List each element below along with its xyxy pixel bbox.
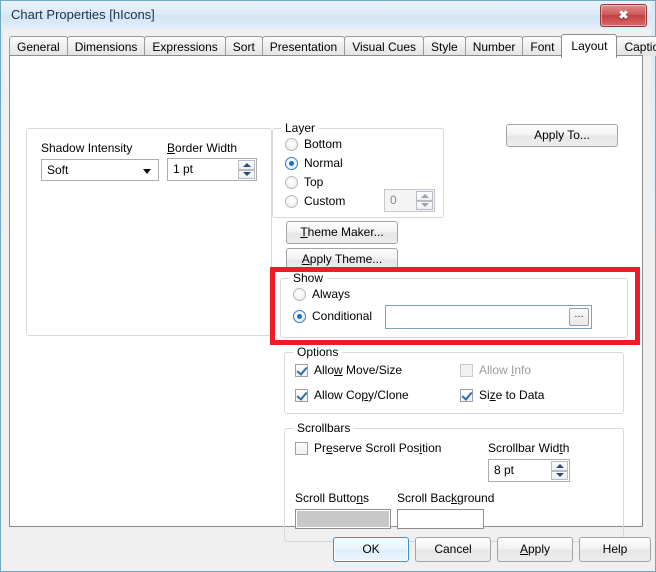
show-group: Show Always Conditional ... [280, 271, 628, 338]
show-conditional-browse-button[interactable]: ... [569, 308, 589, 326]
radio-layer-top-label: Top [304, 175, 324, 189]
appearance-group: Shadow Intensity Soft Border Width 1 pt [26, 128, 272, 336]
radio-layer-normal-label: Normal [304, 156, 343, 170]
tab-sort[interactable]: Sort [224, 36, 263, 56]
scrollbars-group: Scrollbars Preserve Scroll Position Scro… [284, 421, 624, 542]
scrollbar-width-spinner[interactable]: 8 pt [488, 459, 570, 482]
show-conditional-input[interactable]: ... [385, 305, 592, 329]
layer-group: Layer Bottom Normal Top Custom 0 [272, 121, 444, 218]
radio-icon [293, 310, 306, 323]
ok-button[interactable]: OK [333, 537, 409, 562]
radio-show-conditional-label: Conditional [312, 309, 373, 323]
checkbox-allow-info-label: Allow Info [479, 363, 532, 377]
radio-icon [285, 176, 298, 189]
radio-layer-bottom-label: Bottom [304, 137, 343, 151]
checkbox-allow-move-size-label: Allow Move/Size [314, 363, 403, 377]
shadow-intensity-combo[interactable]: Soft [41, 159, 159, 181]
checkbox-icon [295, 442, 308, 455]
spinner-up-icon[interactable] [551, 461, 568, 471]
scrollbars-group-legend: Scrollbars [293, 421, 355, 435]
scroll-buttons-color-swatch[interactable] [295, 509, 391, 529]
tab-visual-cues[interactable]: Visual Cues [344, 36, 425, 56]
dialog-body: General Dimensions Expressions Sort Presenta… [3, 29, 656, 571]
apply-to-button[interactable]: Apply To... [506, 124, 618, 147]
radio-show-always-label: Always [312, 287, 351, 301]
help-button[interactable]: Help [579, 537, 651, 562]
close-icon: ✖ [618, 8, 629, 22]
radio-icon [293, 288, 306, 301]
layer-custom-spinner[interactable]: 0 [384, 189, 435, 212]
tab-layout[interactable]: Layout [561, 34, 618, 58]
tab-strip: General Dimensions Expressions Sort Presenta… [9, 34, 656, 58]
close-button[interactable]: ✖ [600, 4, 647, 27]
checkbox-size-to-data-label: Size to Data [479, 388, 545, 402]
checkbox-allow-copy-clone-label: Allow Copy/Clone [314, 388, 409, 402]
spinner-up-icon[interactable] [238, 160, 255, 170]
radio-icon [285, 157, 298, 170]
tab-expressions[interactable]: Expressions [144, 36, 226, 56]
tab-presentation[interactable]: Presentation [261, 36, 346, 56]
spinner-down-icon[interactable] [416, 200, 433, 210]
shadow-intensity-value: Soft [47, 163, 69, 177]
scrollbar-width-value: 8 pt [494, 463, 515, 477]
scroll-buttons-label: Scroll Buttons [295, 491, 370, 505]
checkbox-icon [460, 389, 473, 402]
layer-custom-value: 0 [390, 193, 397, 207]
scrollbar-width-label: Scrollbar Width [488, 441, 570, 455]
dialog-footer: OK Cancel Apply Help [3, 527, 651, 571]
tab-font[interactable]: Font [522, 36, 563, 56]
border-width-spin-buttons[interactable] [238, 160, 255, 179]
apply-button[interactable]: Apply [497, 537, 573, 562]
tab-style[interactable]: Style [423, 36, 466, 56]
radio-icon [285, 138, 298, 151]
checkbox-preserve-scroll-position-label: Preserve Scroll Position [314, 441, 442, 455]
options-group-legend: Options [293, 345, 343, 359]
radio-icon [285, 195, 298, 208]
spinner-up-icon[interactable] [416, 191, 433, 201]
window-title: Chart Properties [hIcons] [11, 7, 155, 22]
tab-dimensions[interactable]: Dimensions [66, 36, 146, 56]
scroll-background-label: Scroll Background [397, 491, 495, 505]
shadow-intensity-label: Shadow Intensity [41, 141, 133, 155]
tab-page-layout: Shadow Intensity Soft Border Width 1 pt … [9, 55, 643, 542]
border-width-label: Border Width [167, 141, 238, 155]
theme-maker-button[interactable]: Theme Maker... [286, 221, 398, 244]
tab-number[interactable]: Number [464, 36, 524, 56]
chevron-down-icon [143, 169, 151, 174]
tab-caption[interactable]: Caption [616, 36, 656, 56]
apply-theme-button[interactable]: Apply Theme... [286, 248, 398, 271]
border-width-value: 1 pt [173, 162, 194, 176]
spinner-down-icon[interactable] [551, 470, 568, 480]
scrollbar-width-spin-buttons[interactable] [551, 461, 568, 480]
border-width-spinner[interactable]: 1 pt [167, 158, 257, 181]
scroll-background-color-swatch[interactable] [397, 509, 484, 529]
checkbox-icon [460, 364, 473, 377]
show-group-legend: Show [289, 271, 328, 285]
layer-group-legend: Layer [281, 121, 320, 135]
radio-layer-custom-label: Custom [304, 194, 346, 208]
checkbox-icon [295, 389, 308, 402]
tab-general[interactable]: General [9, 36, 68, 56]
checkbox-icon [295, 364, 308, 377]
spinner-down-icon[interactable] [238, 169, 255, 179]
dialog-window: Chart Properties [hIcons] ✖ General Dimen… [0, 0, 656, 572]
cancel-button[interactable]: Cancel [415, 537, 491, 562]
title-bar: Chart Properties [hIcons] ✖ [1, 1, 651, 29]
layer-custom-spin-buttons[interactable] [416, 191, 433, 210]
options-group: Options Allow Move/Size Allow Info Allow… [284, 345, 624, 414]
